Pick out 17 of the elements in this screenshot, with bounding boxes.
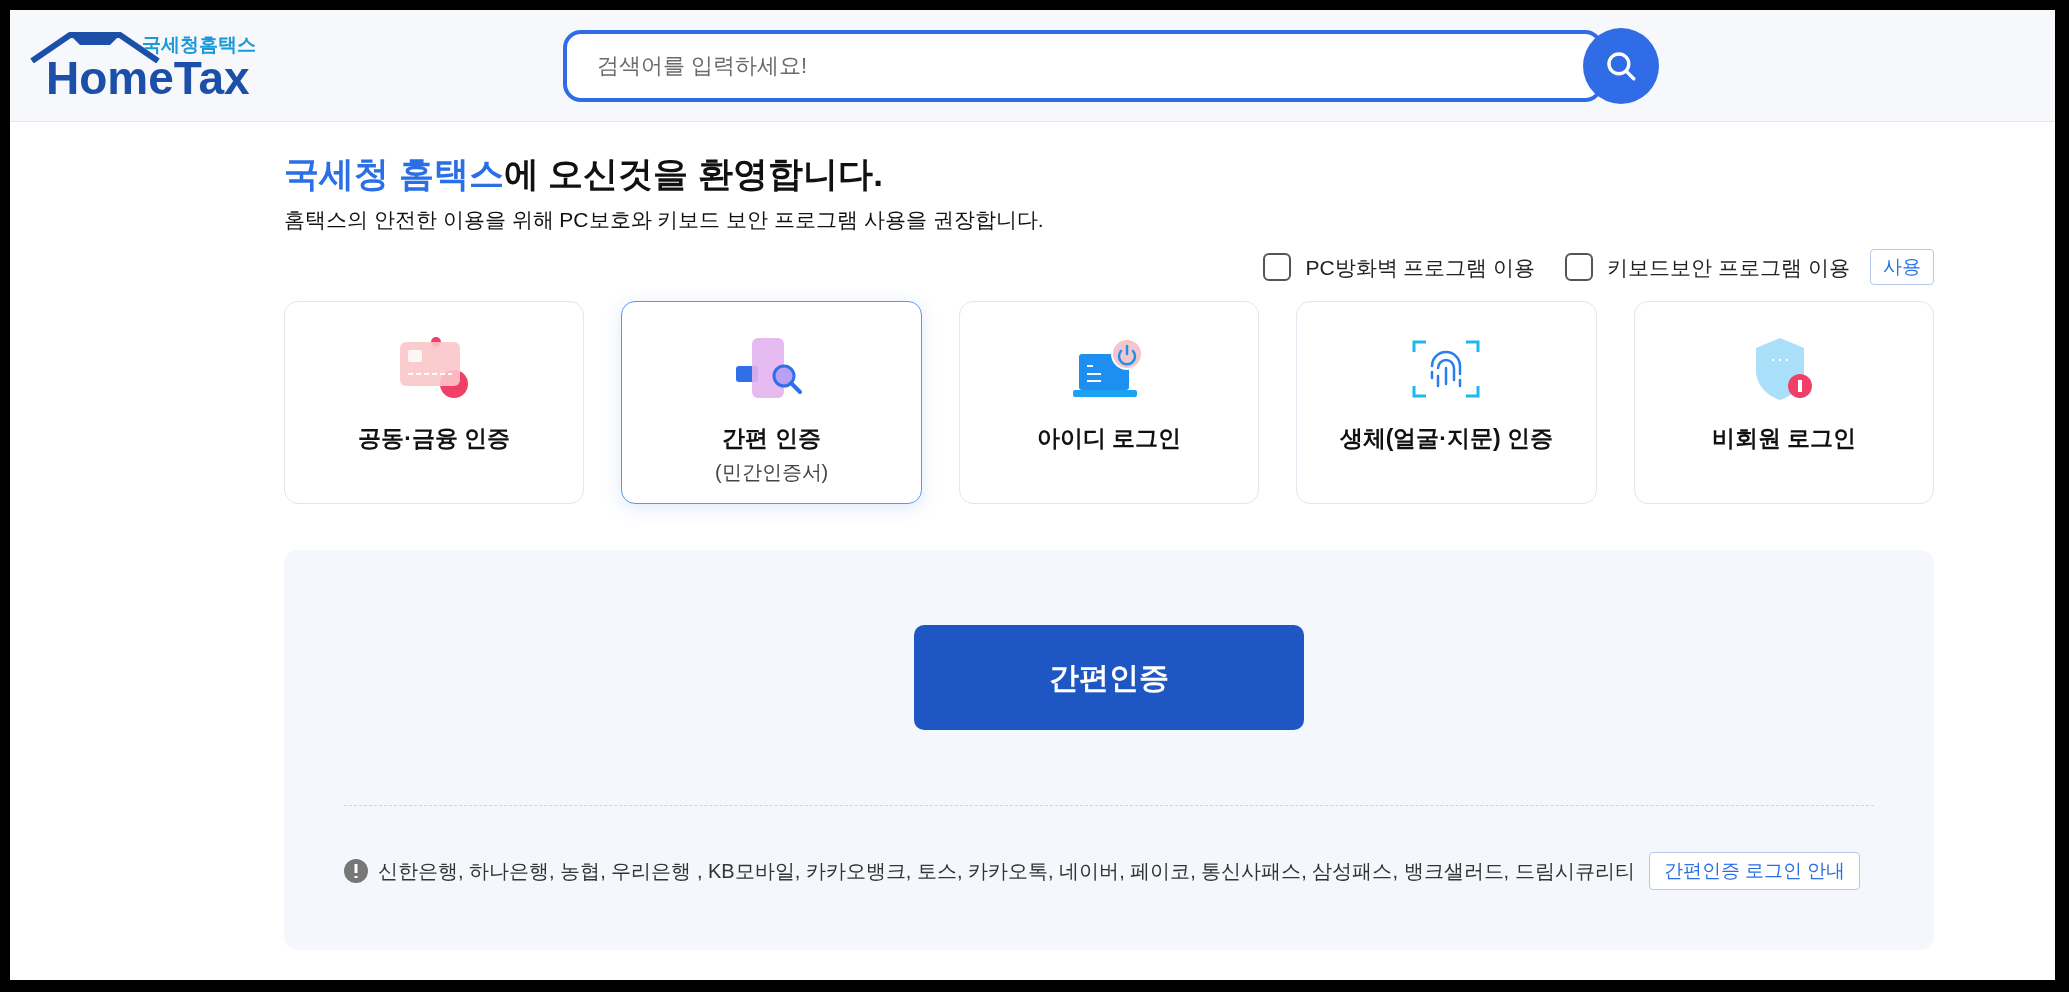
- use-button[interactable]: 사용: [1870, 249, 1934, 286]
- checkbox[interactable]: [1263, 253, 1292, 282]
- login-method-card[interactable]: 간편 인증 (민간인증서): [621, 301, 922, 505]
- hometax-logo[interactable]: 국세청홈택스 HomeTax: [30, 26, 260, 105]
- checkbox[interactable]: [1565, 253, 1594, 282]
- welcome-subtitle: 홈택스의 안전한 이용을 위해 PC보호와 키보드 보안 프로그램 사용을 권장합니다.: [284, 206, 1045, 233]
- login-method-card[interactable]: 비회원 로그인: [1633, 301, 1934, 505]
- login-method-card[interactable]: 공동·금융 인증: [284, 301, 585, 505]
- login-method-card[interactable]: 아이디 로그인: [958, 301, 1260, 505]
- checkbox-label: 키보드보안 프로그램 이용: [1607, 254, 1850, 281]
- login-method-card[interactable]: 생체(얼굴·지문) 인증: [1296, 301, 1597, 505]
- simple-auth-button[interactable]: 간편인증: [914, 625, 1304, 731]
- alert-icon: [344, 859, 368, 884]
- guide-link-button[interactable]: 간편인증 로그인 안내: [1648, 852, 1861, 891]
- provider-list-text: 신한은행, 하나은행, 농협, 우리은행 , KB모바일, 카카오뱅크, 토스, 카카오톡, 네이버, 페이코, 통신사패스, 삼성패스, 뱅크샐러드, 드림시큐리티: [378, 859, 1635, 885]
- welcome-title: 국세청 홈택스에 오신것을 환영합니다.: [284, 153, 884, 195]
- checkbox-label: PC방화벽 프로그램 이용: [1305, 254, 1536, 281]
